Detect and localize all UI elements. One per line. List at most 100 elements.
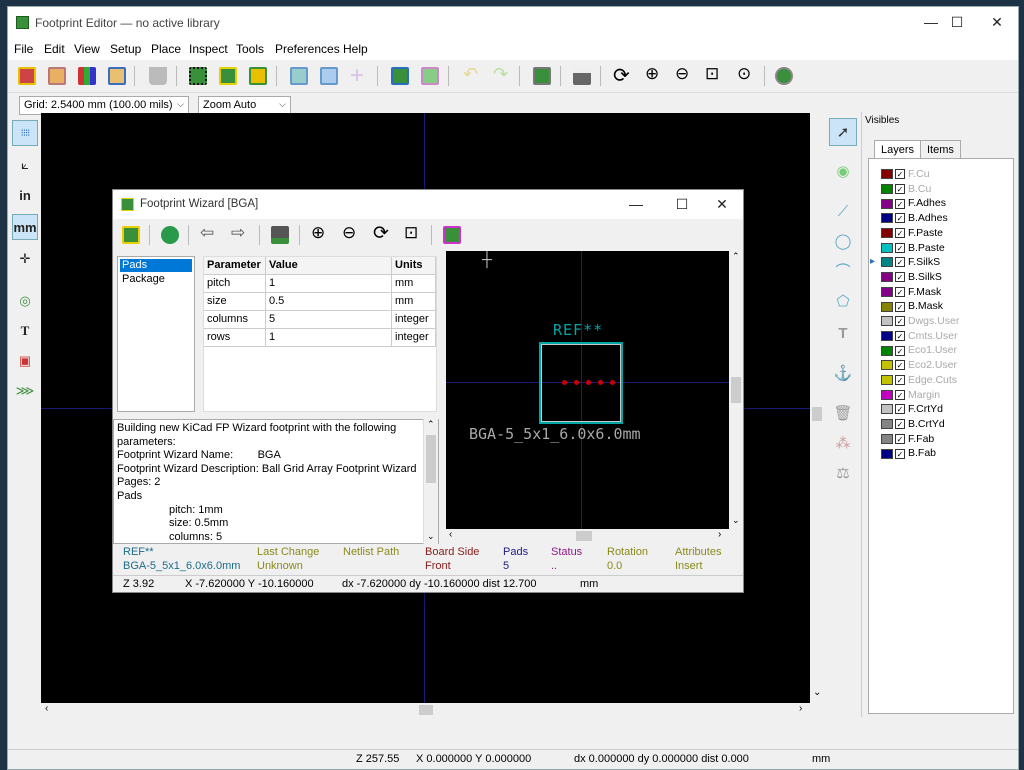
scroll-down-icon[interactable]: ⌄: [427, 531, 435, 542]
polar-coords-icon[interactable]: ⟀: [12, 152, 38, 178]
import-footprint-button[interactable]: [317, 64, 341, 88]
layer-visibility-checkbox[interactable]: ✓: [895, 242, 905, 253]
layer-color-swatch[interactable]: [881, 360, 893, 371]
scroll-down-icon[interactable]: ⌄: [813, 687, 821, 698]
layer-row[interactable]: ✓ F.Cu: [881, 167, 930, 181]
parameter-value-cell[interactable]: 0.5: [266, 293, 392, 311]
layer-color-swatch[interactable]: [881, 345, 893, 356]
layer-visibility-checkbox[interactable]: ✓: [895, 272, 905, 283]
next-page-icon[interactable]: ⇨: [228, 223, 252, 247]
layer-row[interactable]: ✓ B.Mask: [881, 299, 943, 313]
column-header-value[interactable]: Value: [266, 257, 392, 275]
zoom-selection-icon[interactable]: ⊙: [734, 64, 758, 88]
scroll-right-icon[interactable]: ›: [718, 529, 721, 540]
layer-color-swatch[interactable]: [881, 183, 893, 194]
layer-visibility-checkbox[interactable]: ✓: [895, 213, 905, 224]
menu-preferences[interactable]: Preferences: [275, 42, 340, 56]
layer-visibility-checkbox[interactable]: ✓: [895, 198, 905, 209]
layer-row[interactable]: ✓ B.CrtYd: [881, 417, 945, 431]
cursor-shape-icon[interactable]: ✛: [12, 246, 38, 272]
zoom-out-icon[interactable]: ⊖: [339, 223, 363, 247]
insert-footprint-icon[interactable]: [440, 223, 464, 247]
layer-row[interactable]: ✓ Edge.Cuts: [881, 373, 957, 387]
preview-horizontal-scrollbar[interactable]: ‹ ›: [446, 529, 729, 543]
zoom-fit-icon[interactable]: ⊡: [401, 223, 425, 247]
layer-color-swatch[interactable]: [881, 242, 893, 253]
layer-visibility-checkbox[interactable]: ✓: [895, 169, 905, 180]
layer-row[interactable]: ✓ F.Fab: [881, 432, 934, 446]
layer-visibility-checkbox[interactable]: ✓: [895, 419, 905, 430]
pad-outline-icon[interactable]: ◎: [12, 288, 38, 314]
layer-color-swatch[interactable]: [881, 286, 893, 297]
layer-color-swatch[interactable]: [881, 316, 893, 327]
layer-visibility-checkbox[interactable]: ✓: [895, 360, 905, 371]
layer-row[interactable]: ✓ F.CrtYd: [881, 402, 943, 416]
layer-visibility-checkbox[interactable]: ✓: [895, 433, 905, 444]
menu-place[interactable]: Place: [151, 42, 181, 56]
page-item-package[interactable]: Package: [120, 273, 192, 286]
column-header-parameter[interactable]: Parameter: [204, 257, 266, 275]
menu-tools[interactable]: Tools: [236, 42, 264, 56]
layer-color-swatch[interactable]: [881, 213, 893, 224]
units-inch-button[interactable]: in: [12, 183, 38, 209]
layer-color-swatch[interactable]: [881, 433, 893, 444]
export-footprint-button[interactable]: [287, 64, 311, 88]
footprint-properties-button[interactable]: [530, 64, 554, 88]
units-mm-button[interactable]: mm: [12, 214, 38, 240]
text-outline-icon[interactable]: T: [12, 318, 38, 344]
layer-row[interactable]: ✓ Eco2.User: [881, 358, 957, 372]
parameter-value-cell[interactable]: 1: [266, 329, 392, 347]
tab-items[interactable]: Items: [920, 140, 961, 159]
scroll-thumb[interactable]: [426, 435, 436, 483]
menu-setup[interactable]: Setup: [110, 42, 141, 56]
scroll-right-icon[interactable]: ›: [799, 703, 802, 714]
load-from-board-button[interactable]: [388, 64, 412, 88]
add-text-icon[interactable]: T: [829, 320, 857, 348]
undo-icon[interactable]: ↶: [459, 64, 483, 88]
high-contrast-icon[interactable]: ⋙: [12, 378, 38, 404]
scroll-left-icon[interactable]: ‹: [449, 529, 452, 540]
layer-row[interactable]: ✓ B.Cu: [881, 182, 931, 196]
layer-color-swatch[interactable]: [881, 375, 893, 386]
dialog-minimize-button[interactable]: —: [613, 190, 659, 219]
layer-row[interactable]: ✓ F.Adhes: [881, 196, 946, 210]
layer-row[interactable]: ✓ B.Paste: [881, 241, 945, 255]
menu-view[interactable]: View: [74, 42, 100, 56]
add-pad-icon[interactable]: ◉: [829, 158, 857, 186]
zoom-out-icon[interactable]: ⊖: [672, 64, 696, 88]
layer-visibility-checkbox[interactable]: ✓: [895, 389, 905, 400]
refresh-icon[interactable]: ⟳: [610, 64, 634, 88]
layer-color-swatch[interactable]: [881, 389, 893, 400]
dialog-close-button[interactable]: ✕: [699, 190, 745, 219]
create-footprint-button[interactable]: +: [347, 62, 371, 89]
layer-visibility-checkbox[interactable]: ✓: [895, 301, 905, 312]
layer-row[interactable]: ✓ Eco1.User: [881, 343, 957, 357]
scroll-up-icon[interactable]: ⌃: [427, 419, 435, 430]
add-arc-icon[interactable]: ⌒: [829, 258, 857, 286]
delete-tool-icon[interactable]: 🗑: [829, 400, 857, 428]
layer-color-swatch[interactable]: [881, 169, 893, 180]
add-circle-icon[interactable]: ◯: [829, 228, 857, 256]
layer-color-swatch[interactable]: [881, 272, 893, 283]
add-library-button[interactable]: [45, 64, 69, 88]
tab-layers[interactable]: Layers: [874, 140, 922, 159]
layer-row[interactable]: ✓ Cmts.User: [881, 329, 958, 343]
layer-row[interactable]: ▸ ✓ F.SilkS: [870, 255, 940, 269]
scroll-thumb[interactable]: [576, 531, 592, 541]
anchor-icon[interactable]: ⚓: [829, 360, 857, 388]
layer-row[interactable]: ✓ Dwgs.User: [881, 314, 959, 328]
parameter-value-cell[interactable]: 1: [266, 275, 392, 293]
new-library-button[interactable]: [15, 64, 39, 88]
check-footprint-button[interactable]: [772, 64, 796, 88]
menu-help[interactable]: Help: [343, 42, 368, 56]
layer-row[interactable]: ✓ B.Fab: [881, 446, 936, 460]
save-footprint-button[interactable]: [246, 64, 270, 88]
browse-library-button[interactable]: [105, 64, 129, 88]
scroll-thumb[interactable]: [419, 705, 433, 715]
page-item-pads[interactable]: Pads: [120, 259, 192, 272]
layer-visibility-checkbox[interactable]: ✓: [895, 286, 905, 297]
scroll-thumb[interactable]: [731, 377, 741, 403]
layer-visibility-checkbox[interactable]: ✓: [895, 345, 905, 356]
scroll-up-icon[interactable]: ⌃: [732, 251, 740, 262]
zoom-in-icon[interactable]: ⊕: [308, 223, 332, 247]
